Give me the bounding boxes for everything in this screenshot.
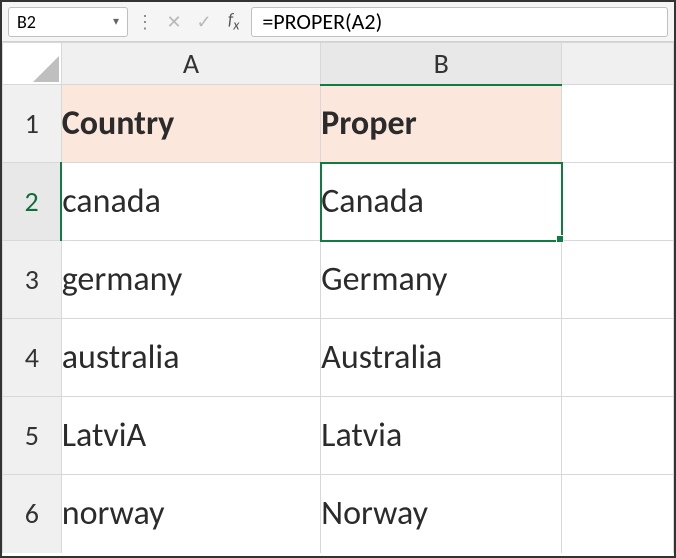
cell-c1[interactable]: [562, 85, 674, 163]
chevron-down-icon[interactable]: ▾: [113, 14, 119, 29]
row-header-6[interactable]: 6: [3, 475, 62, 553]
cell-b1[interactable]: Proper: [321, 85, 562, 163]
column-header-b[interactable]: B: [321, 43, 562, 85]
cell-b4[interactable]: Australia: [321, 319, 562, 397]
spreadsheet-grid: A B 1 Country Proper 2 canada Canada 3 g…: [2, 42, 674, 553]
row-header-2[interactable]: 2: [3, 163, 62, 241]
row-header-5[interactable]: 5: [3, 397, 62, 475]
cell-c5[interactable]: [562, 397, 674, 475]
cell-c6[interactable]: [562, 475, 674, 553]
column-header-c[interactable]: [562, 43, 674, 85]
row-header-1[interactable]: 1: [3, 85, 62, 163]
name-box[interactable]: B2 ▾: [8, 7, 128, 37]
fill-handle[interactable]: [556, 235, 564, 243]
fx-icon[interactable]: fx: [222, 9, 245, 33]
cancel-icon[interactable]: ✕: [162, 10, 186, 34]
cell-b6[interactable]: Norway: [321, 475, 562, 553]
cell-a4[interactable]: australia: [61, 319, 320, 397]
cell-b2-value: Canada: [321, 181, 424, 222]
cell-c4[interactable]: [562, 319, 674, 397]
divider: ⋮: [134, 11, 156, 33]
cell-c3[interactable]: [562, 241, 674, 319]
cell-a5[interactable]: LatviA: [61, 397, 320, 475]
row-header-4[interactable]: 4: [3, 319, 62, 397]
cell-b2[interactable]: Canada: [321, 163, 562, 241]
formula-bar: B2 ▾ ⋮ ✕ ✓ fx: [2, 2, 674, 42]
column-header-a[interactable]: A: [61, 43, 320, 85]
cell-a6[interactable]: norway: [61, 475, 320, 553]
select-all-triangle-icon: [33, 56, 59, 82]
cell-a2[interactable]: canada: [61, 163, 320, 241]
formula-input[interactable]: [251, 7, 668, 37]
cell-a3[interactable]: germany: [61, 241, 320, 319]
cell-c2[interactable]: [562, 163, 674, 241]
select-all-corner[interactable]: [3, 43, 62, 85]
row-header-3[interactable]: 3: [3, 241, 62, 319]
cell-a1[interactable]: Country: [61, 85, 320, 163]
name-box-value: B2: [17, 11, 113, 33]
cell-b5[interactable]: Latvia: [321, 397, 562, 475]
cell-b3[interactable]: Germany: [321, 241, 562, 319]
enter-icon[interactable]: ✓: [192, 10, 216, 34]
